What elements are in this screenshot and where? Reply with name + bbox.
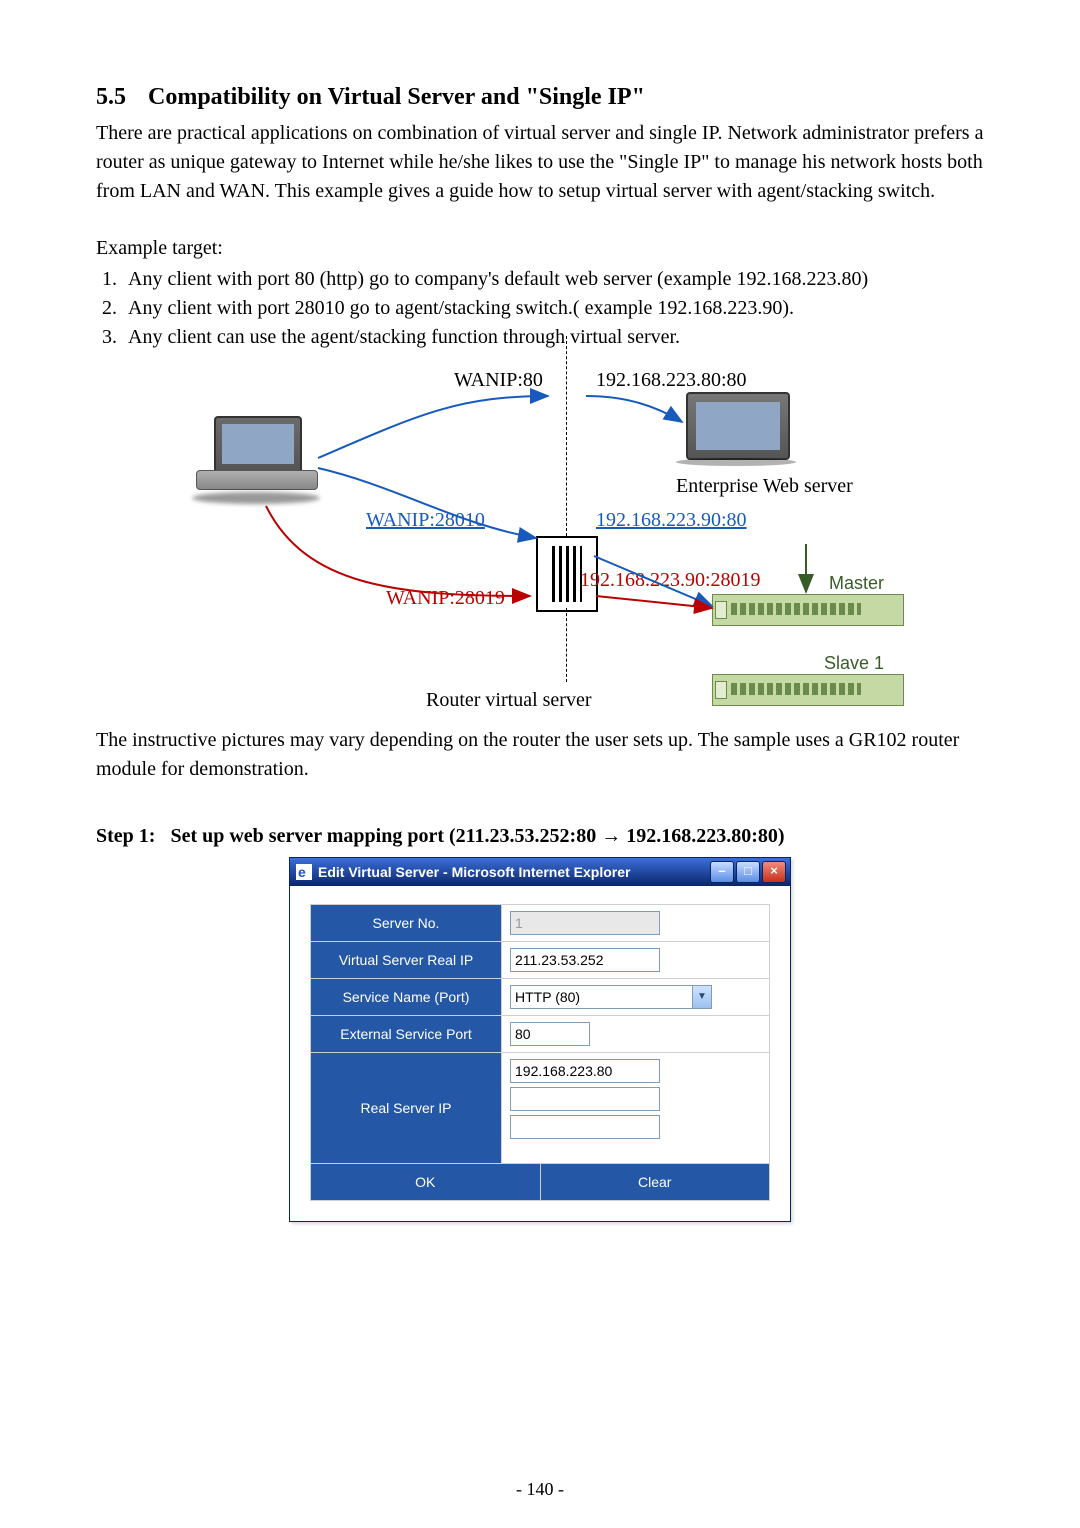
network-diagram: WANIP:80 192.168.223.80:80 Enterprise We…: [96, 356, 984, 726]
real-server-ip-field-2[interactable]: [510, 1087, 660, 1111]
section-number: 5.5: [96, 80, 142, 115]
service-name-label: Service Name (Port): [311, 979, 502, 1015]
section-title: Compatibility on Virtual Server and "Sin…: [148, 84, 645, 110]
paragraph-note: The instructive pictures may vary depend…: [96, 726, 984, 784]
master-label: Master: [829, 570, 884, 596]
ok-button[interactable]: OK: [311, 1164, 540, 1200]
target80-label: 192.168.223.80:80: [596, 366, 747, 395]
virtual-server-form: Server No. Virtual Server Real IP Servic…: [310, 904, 770, 1201]
switch-master-icon: [712, 594, 904, 626]
router-caption: Router virtual server: [426, 686, 592, 715]
wanip28010-label: WANIP:28010: [366, 506, 485, 535]
target9080-label: 192.168.223.90:80: [596, 506, 747, 535]
section-heading: 5.5 Compatibility on Virtual Server and …: [96, 80, 984, 115]
target9019-label: 192.168.223.90:28019: [580, 566, 761, 595]
external-service-port-field[interactable]: [510, 1022, 590, 1046]
switch-slave-icon: [712, 674, 904, 706]
paragraph-intro: There are practical applications on comb…: [96, 119, 984, 206]
real-server-ip-field-1[interactable]: [510, 1059, 660, 1083]
wanip80-label: WANIP:80: [454, 366, 543, 395]
virtual-server-real-ip-label: Virtual Server Real IP: [311, 942, 502, 978]
laptop-icon: [196, 416, 316, 496]
list-item: Any client with port 28010 go to agent/s…: [122, 294, 984, 323]
real-server-ip-field-3[interactable]: [510, 1115, 660, 1139]
virtual-server-real-ip-field[interactable]: [510, 948, 660, 972]
list-item: Any client can use the agent/stacking fu…: [122, 323, 984, 352]
server-no-field: [510, 911, 660, 935]
dialog-titlebar: Edit Virtual Server - Microsoft Internet…: [290, 858, 790, 886]
chevron-down-icon: ▼: [692, 986, 711, 1008]
close-button[interactable]: ×: [762, 861, 786, 883]
ie-icon: [296, 864, 312, 880]
edit-virtual-server-dialog: Edit Virtual Server - Microsoft Internet…: [289, 857, 791, 1222]
page-number: - 140 -: [0, 1476, 1080, 1502]
minimize-button[interactable]: –: [710, 861, 734, 883]
step1-label: Step 1:: [96, 825, 155, 847]
real-server-ip-label: Real Server IP: [311, 1053, 502, 1163]
example-list: Any client with port 80 (http) go to com…: [122, 265, 984, 352]
service-name-select[interactable]: HTTP (80) ▼: [510, 985, 712, 1009]
clear-button[interactable]: Clear: [540, 1164, 770, 1200]
dialog-title: Edit Virtual Server - Microsoft Internet…: [318, 862, 630, 882]
wanip28019-label: WANIP:28019: [386, 584, 505, 613]
server-no-label: Server No.: [311, 905, 502, 941]
slave-label: Slave 1: [824, 650, 884, 676]
enterprise-web-label: Enterprise Web server: [676, 472, 853, 501]
service-name-value: HTTP (80): [511, 986, 692, 1008]
list-item: Any client with port 80 (http) go to com…: [122, 265, 984, 294]
step1-text: Set up web server mapping port (211.23.5…: [170, 825, 784, 847]
divider: [566, 336, 567, 536]
external-service-port-label: External Service Port: [311, 1016, 502, 1052]
step1-line: Step 1: Set up web server mapping port (…: [96, 822, 984, 851]
example-target-label: Example target:: [96, 234, 984, 263]
maximize-button[interactable]: □: [736, 861, 760, 883]
divider: [566, 608, 567, 682]
